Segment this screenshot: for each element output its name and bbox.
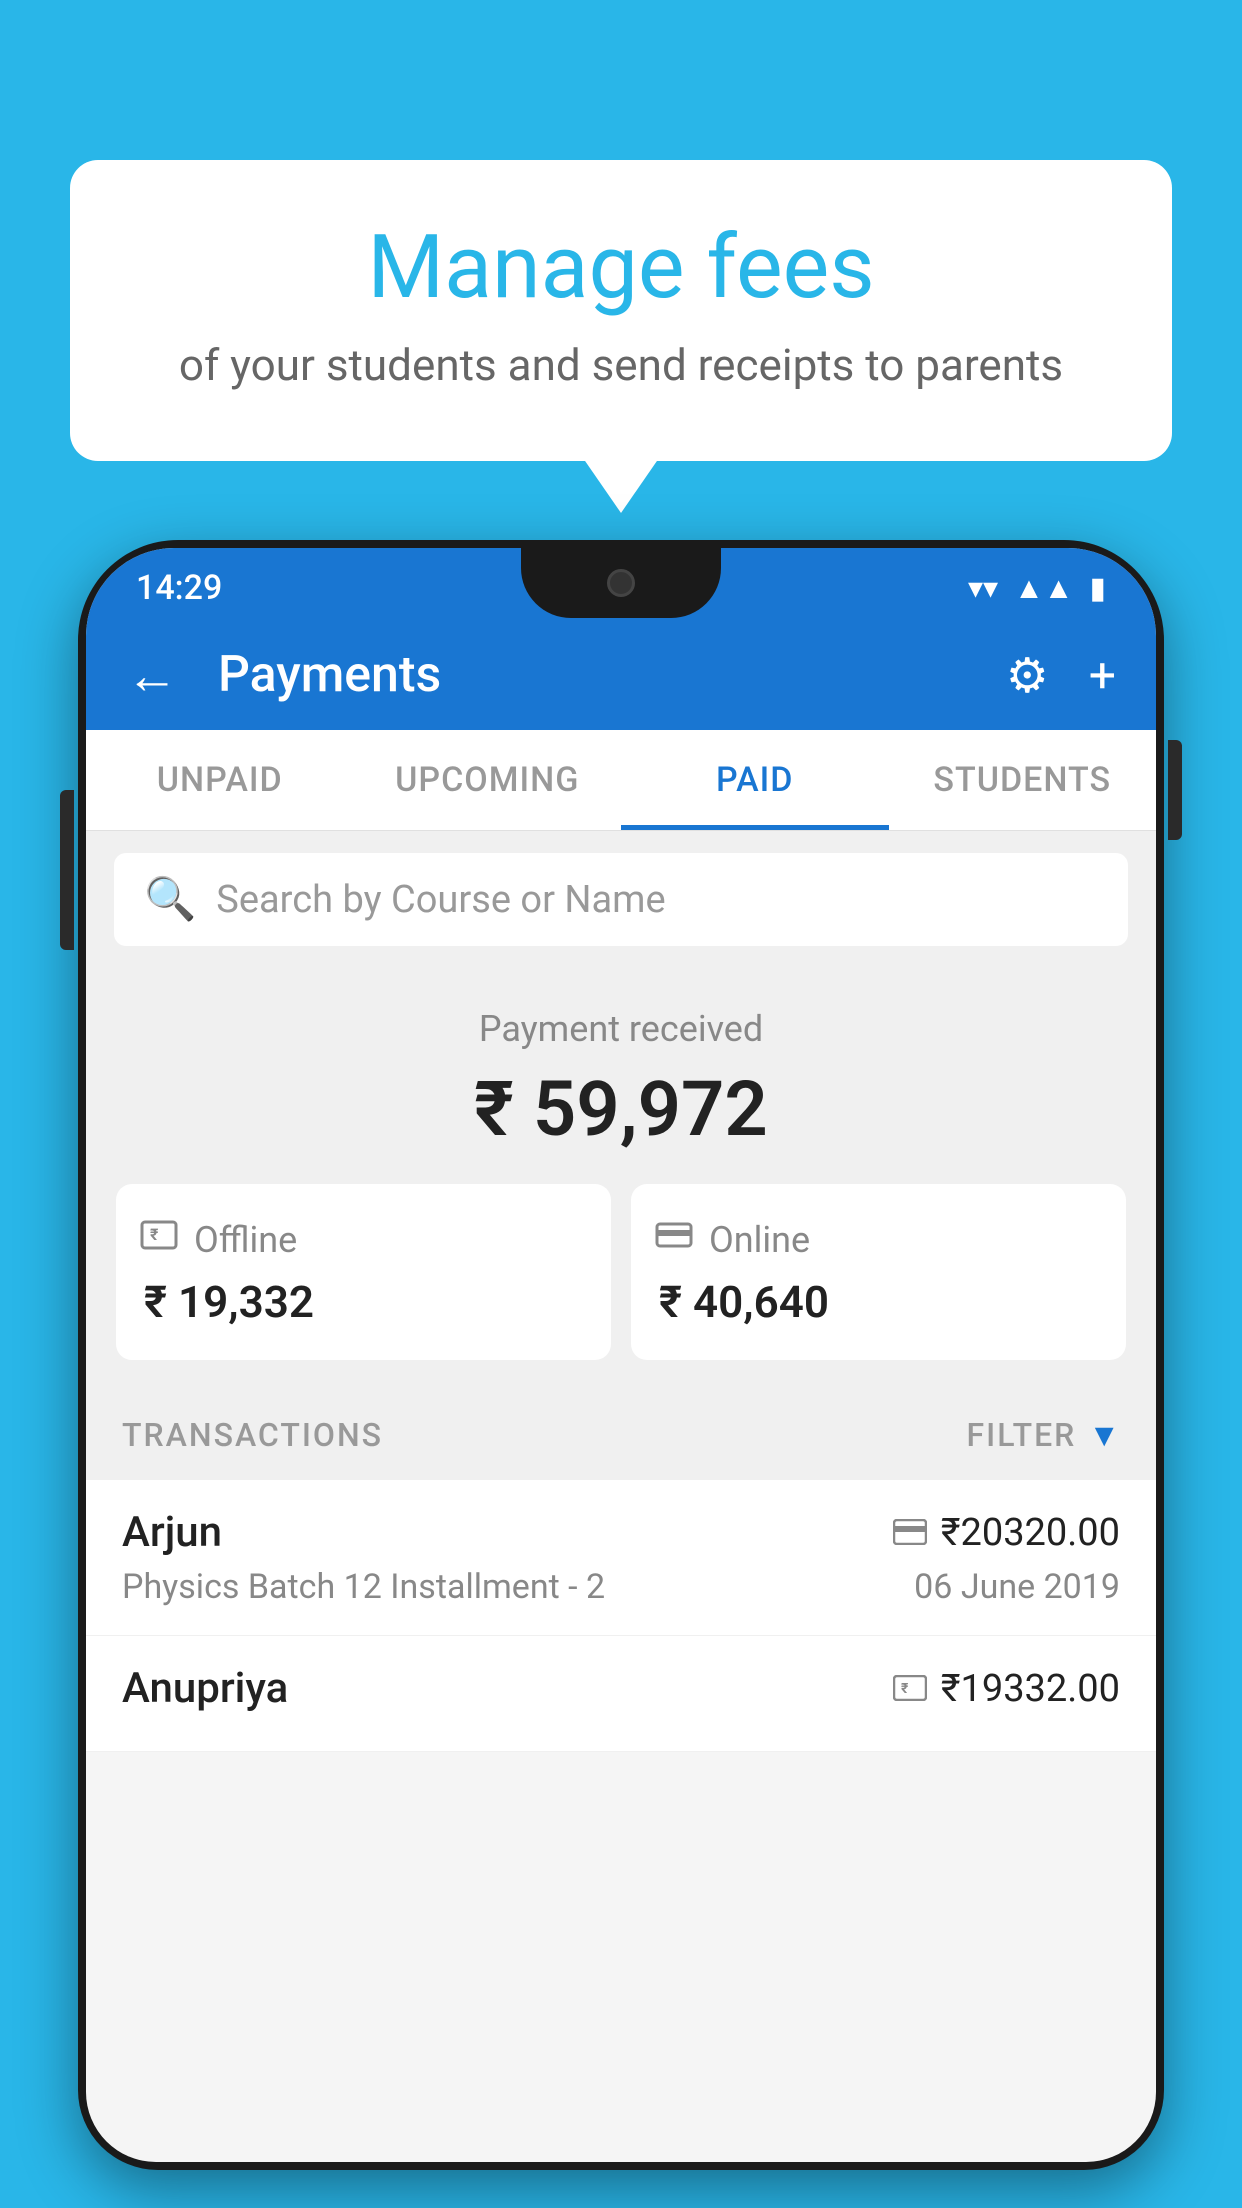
- payment-received-label: Payment received: [116, 1008, 1126, 1050]
- table-row[interactable]: Arjun ₹20320.00 Physics Batch 12 Install…: [86, 1480, 1156, 1636]
- transaction-row-bottom: Physics Batch 12 Installment - 2 06 June…: [122, 1567, 1120, 1607]
- offline-card: ₹ Offline ₹ 19,332: [116, 1184, 611, 1360]
- search-icon: 🔍: [144, 875, 196, 924]
- phone-outer: 14:29 ▾▾ ▲▲ ▮ ← Payments ⚙ + UNPAID: [78, 540, 1164, 2170]
- transactions-header: TRANSACTIONS FILTER ▼: [86, 1390, 1156, 1480]
- transactions-label: TRANSACTIONS: [122, 1416, 383, 1454]
- svg-text:₹: ₹: [901, 1681, 909, 1697]
- offline-label: Offline: [194, 1219, 297, 1261]
- gear-icon[interactable]: ⚙: [1006, 647, 1049, 704]
- manage-fees-subtitle: of your students and send receipts to pa…: [150, 339, 1092, 391]
- search-container: 🔍 Search by Course or Name: [86, 831, 1156, 968]
- filter-label: FILTER: [967, 1416, 1077, 1454]
- phone-inner: 14:29 ▾▾ ▲▲ ▮ ← Payments ⚙ + UNPAID: [86, 548, 1156, 2162]
- online-label: Online: [709, 1219, 810, 1261]
- signal-icon: ▲▲: [1014, 571, 1073, 606]
- transaction-date: 06 June 2019: [914, 1567, 1120, 1607]
- app-bar-title: Payments: [218, 646, 976, 704]
- online-amount: ₹ 40,640: [655, 1276, 829, 1328]
- tab-paid[interactable]: PAID: [621, 730, 889, 830]
- transaction-name: Arjun: [122, 1508, 222, 1557]
- app-bar-actions: ⚙ +: [1006, 647, 1116, 704]
- phone-notch: [521, 548, 721, 618]
- speech-bubble: Manage fees of your students and send re…: [70, 160, 1172, 461]
- tab-upcoming[interactable]: UPCOMING: [354, 730, 622, 830]
- card-payment-icon: [893, 1512, 927, 1554]
- transaction-name: Anupriya: [122, 1664, 288, 1713]
- tab-unpaid[interactable]: UNPAID: [86, 730, 354, 830]
- back-button[interactable]: ←: [126, 645, 178, 706]
- transaction-amount-container: ₹ ₹19332.00: [893, 1667, 1120, 1711]
- filter-button[interactable]: FILTER ▼: [967, 1416, 1120, 1454]
- status-time: 14:29: [136, 568, 222, 608]
- filter-icon: ▼: [1088, 1416, 1120, 1454]
- transaction-amount: ₹19332.00: [941, 1667, 1120, 1711]
- table-row[interactable]: Anupriya ₹ ₹19332.00: [86, 1636, 1156, 1752]
- transaction-course: Physics Batch 12 Installment - 2: [122, 1567, 605, 1607]
- payment-total-amount: ₹ 59,972: [116, 1064, 1126, 1154]
- status-icons: ▾▾ ▲▲ ▮: [968, 571, 1106, 606]
- online-icon: [655, 1216, 693, 1264]
- speech-bubble-container: Manage fees of your students and send re…: [70, 160, 1172, 461]
- payment-summary: Payment received ₹ 59,972 ₹: [86, 968, 1156, 1390]
- manage-fees-title: Manage fees: [150, 220, 1092, 317]
- online-card-top: Online: [655, 1216, 810, 1264]
- tabs-container: UNPAID UPCOMING PAID STUDENTS: [86, 730, 1156, 831]
- online-card: Online ₹ 40,640: [631, 1184, 1126, 1360]
- tab-students[interactable]: STUDENTS: [889, 730, 1157, 830]
- wifi-icon: ▾▾: [968, 571, 998, 606]
- transaction-amount-container: ₹20320.00: [893, 1511, 1120, 1555]
- app-bar: ← Payments ⚙ +: [86, 620, 1156, 730]
- transaction-row-top: Anupriya ₹ ₹19332.00: [122, 1664, 1120, 1713]
- camera: [607, 569, 635, 597]
- add-icon[interactable]: +: [1089, 647, 1116, 704]
- search-box[interactable]: 🔍 Search by Course or Name: [114, 853, 1128, 946]
- transaction-row-top: Arjun ₹20320.00: [122, 1508, 1120, 1557]
- offline-amount: ₹ 19,332: [140, 1276, 314, 1328]
- offline-icon: ₹: [140, 1216, 178, 1264]
- transaction-amount: ₹20320.00: [941, 1511, 1120, 1555]
- offline-card-top: ₹ Offline: [140, 1216, 297, 1264]
- svg-text:₹: ₹: [150, 1225, 159, 1244]
- payment-cards: ₹ Offline ₹ 19,332: [116, 1184, 1126, 1360]
- battery-icon: ▮: [1089, 571, 1106, 606]
- offline-payment-icon: ₹: [893, 1668, 927, 1710]
- search-placeholder: Search by Course or Name: [216, 878, 665, 922]
- phone-wrapper: 14:29 ▾▾ ▲▲ ▮ ← Payments ⚙ + UNPAID: [78, 540, 1164, 2208]
